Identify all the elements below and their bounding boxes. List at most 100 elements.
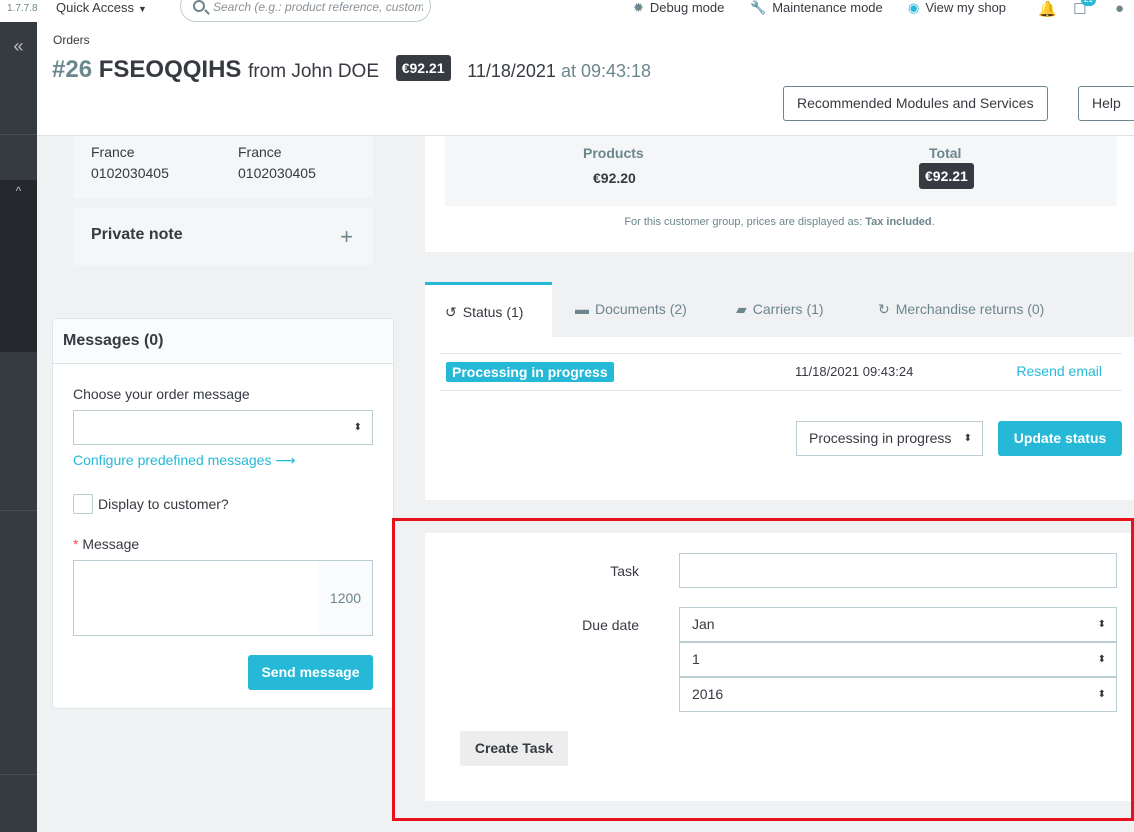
top-bar: 1.7.7.8 Quick Access▼ ✹ Debug mode 🔧 Maint… <box>0 0 1134 22</box>
address-country: France <box>238 144 282 160</box>
address-column-invoice: France 0102030405 <box>91 142 169 184</box>
summary-box: Products €92.20 Total €92.21 <box>445 136 1117 206</box>
messages-header: Messages (0) <box>53 319 393 364</box>
sidebar-divider <box>0 134 37 135</box>
sidebar: « ^ <box>0 22 37 832</box>
chevron-up-icon[interactable]: ^ <box>0 184 37 198</box>
search-box[interactable] <box>180 0 431 22</box>
select-arrows-icon: ⬍ <box>353 422 362 433</box>
address-block: France 0102030405 France 0102030405 <box>73 136 373 198</box>
update-status-button[interactable]: Update status <box>998 421 1122 456</box>
order-customer: from John DOE <box>248 61 380 82</box>
sidebar-divider <box>0 774 37 775</box>
order-total-badge: €92.21 <box>395 54 451 81</box>
display-to-customer-label: Display to customer? <box>98 496 229 512</box>
breadcrumb[interactable]: Orders <box>53 33 90 47</box>
cart-badge: 21 <box>1081 0 1096 6</box>
address-phone: 0102030405 <box>238 165 316 181</box>
tax-note-suffix: . <box>931 216 935 228</box>
user-avatar-icon[interactable]: ● <box>1115 0 1124 17</box>
tab-status[interactable]: ↺ Status (1) <box>425 282 552 337</box>
sidebar-active-section[interactable] <box>0 180 37 352</box>
status-badge: Processing in progress <box>446 362 614 382</box>
order-summary: Products €92.20 Total €92.21 For this cu… <box>425 136 1134 252</box>
quick-access-label: Quick Access <box>56 0 135 15</box>
tab-carriers[interactable]: ▰ Carriers (1) <box>736 282 824 337</box>
order-message-select[interactable]: ⬍ <box>73 410 373 445</box>
configure-messages-link[interactable]: Configure predefined messages ⟶ <box>73 452 295 469</box>
caret-down-icon: ▼ <box>138 4 147 14</box>
cart-icon[interactable]: ☐21 <box>1073 0 1096 18</box>
tab-carriers-label: Carriers (1) <box>752 301 824 317</box>
address-phone: 0102030405 <box>91 165 169 181</box>
order-reference: FSEOQQIHS <box>98 56 242 83</box>
maintenance-mode-link[interactable]: 🔧 Maintenance mode <box>750 0 883 16</box>
character-counter: 1200 <box>319 560 373 636</box>
configure-messages-label: Configure predefined messages <box>73 452 272 468</box>
recommended-modules-button[interactable]: Recommended Modules and Services <box>783 86 1048 121</box>
tab-returns-label: Merchandise returns (0) <box>895 301 1045 317</box>
order-number: #26 <box>52 56 93 83</box>
order-time-value: at 09:43:18 <box>560 61 652 81</box>
order-tabs: ↺ Status (1) ▬ Documents (2) ▰ Carriers (1)… <box>425 282 1134 337</box>
file-icon: ▬ <box>575 301 589 317</box>
message-textarea[interactable] <box>73 560 320 636</box>
bug-icon: ✹ <box>633 0 644 15</box>
view-shop-link[interactable]: ◉ View my shop <box>908 0 1006 16</box>
history-icon: ↺ <box>445 304 457 320</box>
message-label: * Message <box>73 536 139 552</box>
page-title: #26 FSEOQQIHS from John DOE €92.21 11/18… <box>52 54 651 84</box>
messages-title: Messages (0) <box>63 332 164 349</box>
debug-mode-label: Debug mode <box>649 0 725 15</box>
search-icon <box>193 0 205 12</box>
eye-icon: ◉ <box>908 0 920 15</box>
total-value-badge: €92.21 <box>919 163 974 189</box>
order-message-label: Choose your order message <box>73 386 250 402</box>
bell-icon[interactable]: 🔔 <box>1038 0 1057 18</box>
products-label: Products <box>583 145 644 161</box>
tab-documents[interactable]: ▬ Documents (2) <box>575 282 687 337</box>
plus-icon[interactable]: + <box>340 224 353 250</box>
collapse-sidebar-icon[interactable]: « <box>0 36 37 57</box>
status-select-value: Processing in progress <box>809 430 952 446</box>
maintenance-mode-label: Maintenance mode <box>772 0 883 15</box>
status-history-row: Processing in progress 11/18/2021 09:43:… <box>440 353 1122 391</box>
tab-merchandise-returns[interactable]: ↻ Merchandise returns (0) <box>878 282 1044 337</box>
message-label-text: Message <box>82 536 140 552</box>
truck-icon: ▰ <box>736 301 747 317</box>
tax-note: For this customer group, prices are disp… <box>425 216 1134 228</box>
total-label: Total <box>929 145 962 161</box>
private-note-panel[interactable]: Private note + <box>73 208 373 265</box>
address-country: France <box>91 144 135 160</box>
tax-note-text: For this customer group, prices are disp… <box>624 216 863 228</box>
debug-mode-link[interactable]: ✹ Debug mode <box>633 0 724 16</box>
order-date: 11/18/2021 at 09:43:18 <box>467 61 651 81</box>
private-note-label: Private note <box>91 226 183 243</box>
highlight-box <box>392 518 1134 821</box>
arrow-right-icon: ⟶ <box>275 452 296 468</box>
return-icon: ↻ <box>878 301 890 317</box>
order-date-value: 11/18/2021 <box>467 61 556 81</box>
messages-card: Messages (0) Choose your order message ⬍… <box>52 318 394 709</box>
quick-access-menu[interactable]: Quick Access ▼ <box>56 0 147 15</box>
sidebar-divider <box>0 510 37 511</box>
send-message-button[interactable]: Send message <box>248 655 373 690</box>
required-mark: * <box>73 536 79 552</box>
select-arrows-icon: ⬍ <box>961 422 972 455</box>
status-select[interactable]: Processing in progress ⬍ <box>796 421 983 456</box>
tab-documents-label: Documents (2) <box>595 301 687 317</box>
status-date: 11/18/2021 09:43:24 <box>795 364 914 379</box>
search-input[interactable] <box>213 0 423 14</box>
display-to-customer-checkbox[interactable] <box>73 494 93 514</box>
page-header: Orders #26 FSEOQQIHS from John DOE €92.2… <box>37 22 1134 136</box>
tab-status-label: Status (1) <box>462 304 524 320</box>
tax-note-value: Tax included <box>865 216 932 228</box>
status-card: ↺ Status (1) ▬ Documents (2) ▰ Carriers (1)… <box>425 282 1134 500</box>
wrench-icon: 🔧 <box>750 0 767 15</box>
help-button[interactable]: Help <box>1078 86 1134 121</box>
address-column-shipping: France 0102030405 <box>238 142 316 184</box>
view-shop-label: View my shop <box>925 0 1007 15</box>
resend-email-link[interactable]: Resend email <box>1016 363 1102 379</box>
version-label: 1.7.7.8 <box>7 3 38 14</box>
products-value: €92.20 <box>593 170 636 186</box>
